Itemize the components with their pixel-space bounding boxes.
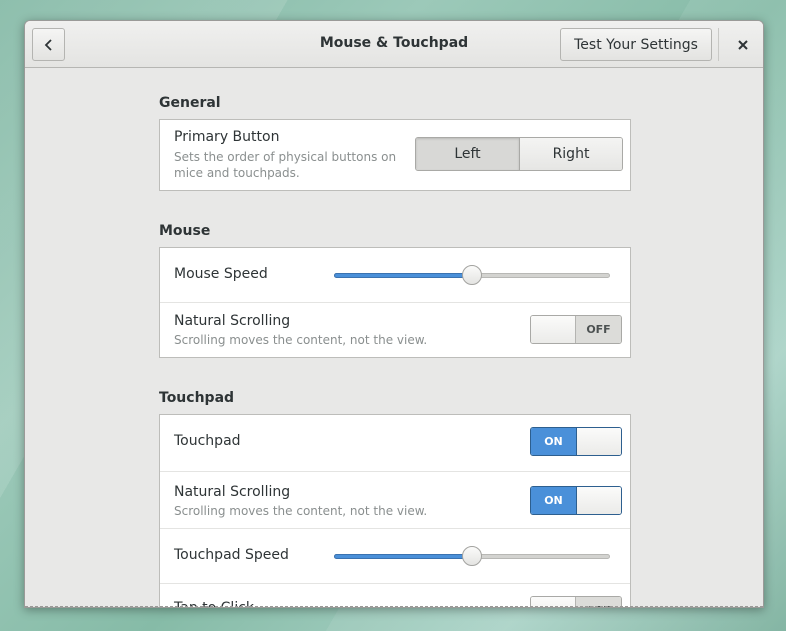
header-separator xyxy=(718,28,719,61)
switch-thumb xyxy=(575,487,621,514)
touchpad-row: Touchpad ON xyxy=(160,415,630,472)
settings-window: Mouse & Touchpad Test Your Settings Gene… xyxy=(24,20,764,608)
switch-thumb xyxy=(531,316,577,343)
primary-right-button[interactable]: Right xyxy=(519,138,622,170)
close-icon xyxy=(737,39,748,50)
close-button[interactable] xyxy=(726,28,759,61)
touchpad-speed-fill xyxy=(334,554,472,559)
mouse-speed-fill xyxy=(334,273,472,278)
mouse-natural-scrolling-switch[interactable]: OFF xyxy=(530,315,622,344)
touchpad-speed-row: Touchpad Speed xyxy=(160,529,630,584)
primary-button-description: Sets the order of physical buttons on mi… xyxy=(174,150,397,180)
tap-to-click-row: Tap to Click OFF xyxy=(160,584,630,607)
section-title-touchpad: Touchpad xyxy=(159,390,235,406)
touchpad-natural-scrolling-label: Natural Scrolling xyxy=(174,484,291,500)
touchpad-natural-scrolling-row: Natural Scrolling Scrolling moves the co… xyxy=(160,472,630,529)
test-settings-button[interactable]: Test Your Settings xyxy=(560,28,712,61)
primary-left-button[interactable]: Left xyxy=(416,138,519,170)
touchpad-natural-scrolling-switch[interactable]: ON xyxy=(530,486,622,515)
touchpad-speed-knob[interactable] xyxy=(462,546,482,566)
primary-button-selector: Left Right xyxy=(415,137,623,171)
primary-button-row: Primary Button Sets the order of physica… xyxy=(160,120,630,190)
mouse-speed-label: Mouse Speed xyxy=(174,266,268,282)
settings-content: General Primary Button Sets the order of… xyxy=(25,69,763,607)
mouse-natural-scrolling-description: Scrolling moves the content, not the vie… xyxy=(174,333,428,347)
mouse-speed-slider[interactable] xyxy=(334,265,610,285)
touchpad-speed-label: Touchpad Speed xyxy=(174,547,289,563)
section-title-mouse: Mouse xyxy=(159,223,211,239)
touchpad-natural-scrolling-description: Scrolling moves the content, not the vie… xyxy=(174,504,428,518)
switch-thumb xyxy=(575,428,621,455)
touchpad-label: Touchpad xyxy=(174,433,241,449)
primary-button-label: Primary Button xyxy=(174,129,280,145)
switch-state: ON xyxy=(531,487,576,514)
mouse-natural-scrolling-row: Natural Scrolling Scrolling moves the co… xyxy=(160,303,630,357)
section-title-general: General xyxy=(159,95,221,111)
mouse-speed-row: Mouse Speed xyxy=(160,248,630,303)
touchpad-frame: Touchpad ON Natural Scrolling Scrolling … xyxy=(159,414,631,607)
mouse-speed-knob[interactable] xyxy=(462,265,482,285)
mouse-natural-scrolling-label: Natural Scrolling xyxy=(174,313,291,329)
mouse-frame: Mouse Speed Natural Scrolling Scrolling … xyxy=(159,247,631,358)
window-bottom-edge xyxy=(25,606,763,607)
touchpad-switch[interactable]: ON xyxy=(530,427,622,456)
switch-state: OFF xyxy=(576,316,621,343)
header-bar: Mouse & Touchpad Test Your Settings xyxy=(25,21,763,68)
general-frame: Primary Button Sets the order of physica… xyxy=(159,119,631,191)
switch-state: ON xyxy=(531,428,576,455)
touchpad-speed-slider[interactable] xyxy=(334,546,610,566)
